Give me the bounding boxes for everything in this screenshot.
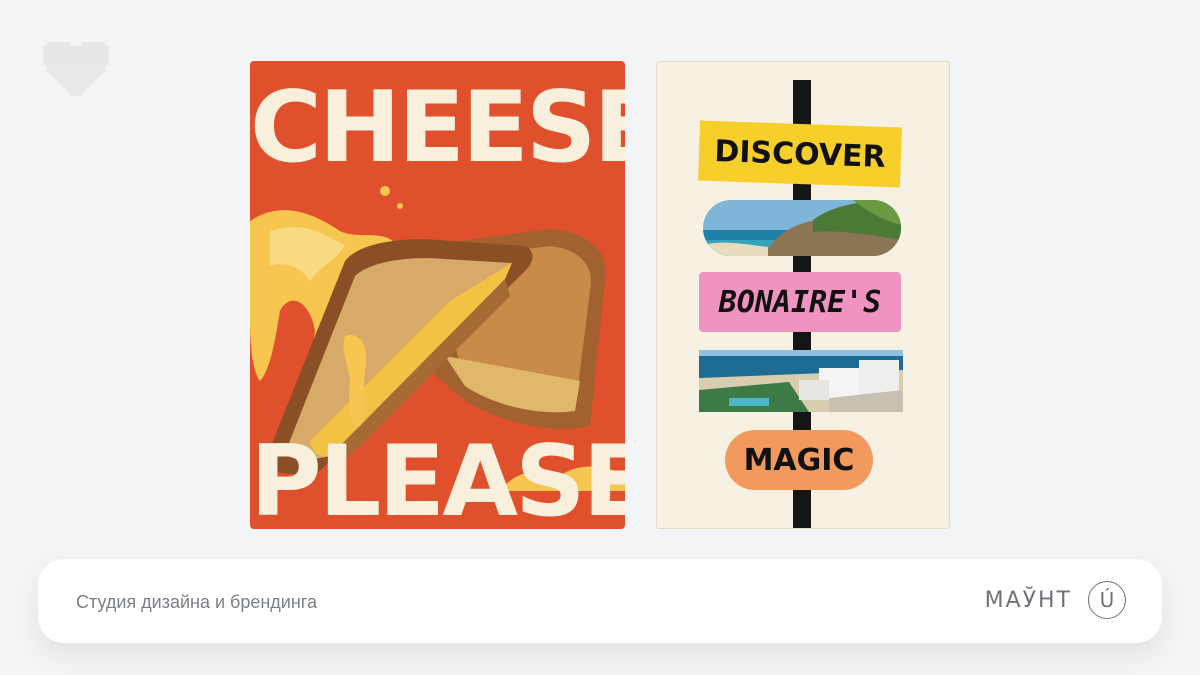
resort-photo-strip [699, 350, 903, 412]
bonaire-poster[interactable]: DISCOVER BONAIRE'S MAGIC [656, 61, 950, 529]
brand-logo-icon[interactable]: Ú [1088, 581, 1126, 619]
sign-magic: MAGIC [725, 430, 873, 490]
heart-icon[interactable] [42, 42, 110, 96]
poster-word-cheese: CHEESE [250, 71, 625, 185]
sign-discover: DISCOVER [698, 120, 902, 188]
studio-tagline: Студия дизайна и брендинга [76, 592, 317, 612]
sign-bonaires: BONAIRE'S [699, 272, 901, 332]
cheese-please-poster[interactable]: CHEESE PLEASE [250, 61, 625, 529]
beach-photo-pill [703, 200, 901, 256]
beach-photo [703, 200, 901, 256]
page: CHEESE PLEASE DISCOVER BONAIRE'S MAGIC С… [0, 0, 1200, 675]
poster-word-please: PLEASE [250, 425, 625, 529]
footer-bar: Студия дизайна и брендинга МАЎНТ Ú [38, 559, 1162, 643]
brand-name[interactable]: МАЎНТ [985, 588, 1072, 613]
resort-photo [699, 350, 903, 412]
